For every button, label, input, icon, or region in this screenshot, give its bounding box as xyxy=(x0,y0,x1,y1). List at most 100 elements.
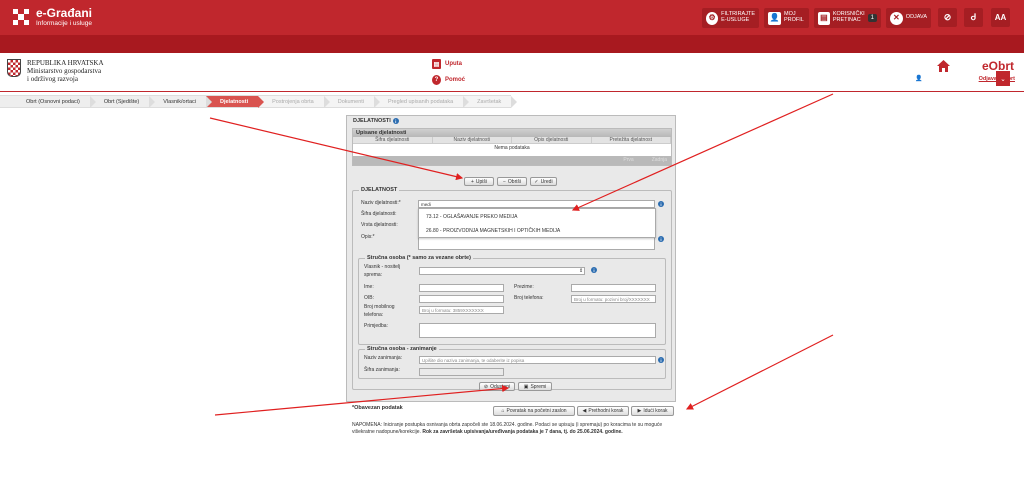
step-sjediste[interactable]: Obrt (Sjedište) xyxy=(89,95,156,108)
home-icon[interactable] xyxy=(937,60,950,72)
help-icon: ? xyxy=(432,75,441,85)
mob-label: Broj mobilnog telefona: xyxy=(364,304,395,318)
pager-prva: Prva xyxy=(623,157,634,163)
vrsta-djelatnosti-label: Vrsta djelatnosti: xyxy=(361,222,398,228)
djelatnost-fieldset: DJELATNOST Naziv djelatnosti:* medi i Ši… xyxy=(352,187,672,391)
autocomplete-option[interactable]: 73.12 - OGLAŠAVANJE PREKO MEDIJA xyxy=(426,214,518,220)
djelatnost-autocomplete-list: 73.12 - OGLAŠAVANJE PREKO MEDIJA 26.80 -… xyxy=(418,208,656,238)
info-icon[interactable]: i xyxy=(591,267,597,273)
mob-input[interactable]: Broj u formatu: 3859XXXXXXX xyxy=(419,306,504,314)
zanimanje-legend: Stručna osoba - zanimanje xyxy=(365,346,439,352)
user-bar: 👤 IVAN LOVRE MARUŠIĆ ⌄ xyxy=(0,35,1024,86)
step-djelatnosti[interactable]: Djelatnosti xyxy=(206,95,265,108)
filter-icon: ⚙ xyxy=(706,11,719,25)
divider xyxy=(0,91,1024,92)
ministry-line-2: Ministarstvo gospodarstva xyxy=(27,67,102,76)
grid-pager: Prva Zadnja xyxy=(353,156,671,165)
annotation-arrow xyxy=(685,334,834,410)
sifra-zanimanja-label: Šifra zanimanja: xyxy=(364,367,400,373)
required-note: *Obavezan podatak xyxy=(352,405,403,411)
sifra-djelatnosti-label: Šifra djelatnosti: xyxy=(361,211,397,217)
column-opis[interactable]: Opis djelatnosti xyxy=(512,137,592,143)
oib-input[interactable] xyxy=(419,295,504,303)
save-icon: ▣ xyxy=(523,383,529,390)
hide-eye-icon[interactable]: ⊘ xyxy=(938,8,957,27)
info-icon[interactable]: i xyxy=(658,201,664,207)
brand-subtitle: Informacije i usluge xyxy=(36,20,92,27)
uputa-link[interactable]: ▤ Uputa xyxy=(432,59,462,69)
napomena-note: NAPOMENA: Iniciranje postupka osnivanja … xyxy=(352,422,663,436)
strucna-osoba-fieldset: Stručna osoba (* samo za vezane obrte) V… xyxy=(358,255,666,345)
djelatnost-legend: DJELATNOST xyxy=(359,187,400,193)
strucna-osoba-legend: Stručna osoba (* samo za vezane obrte) xyxy=(365,255,473,261)
my-profile-button[interactable]: 👤 MOJ PROFIL xyxy=(764,8,809,28)
croatia-coat-of-arms-icon xyxy=(7,59,21,77)
user-icon: 👤 xyxy=(914,76,925,82)
tel-label: Broj telefona: xyxy=(514,295,544,301)
ime-label: Ime: xyxy=(364,284,374,290)
column-sifra[interactable]: Šifra djelatnosti xyxy=(353,137,433,143)
column-pretezita[interactable]: Pretežita djelatnost xyxy=(592,137,671,143)
prezime-input[interactable] xyxy=(571,284,656,292)
top-bar: e-Građani Informacije i usluge ⚙ FILTRIR… xyxy=(0,0,1024,35)
plus-icon: + xyxy=(470,178,474,185)
naziv-zanimanja-label: Naziv zanimanja: xyxy=(364,355,403,361)
chevron-down-icon[interactable]: ⇕ xyxy=(579,268,583,274)
minus-icon: − xyxy=(503,178,506,185)
ministry-line-3: i održivog razvoja xyxy=(27,75,78,84)
contrast-toggle[interactable]: Ꮷ xyxy=(964,8,983,27)
step-postrojenja: Postrojenja obrta xyxy=(258,95,330,108)
tel-input[interactable]: Broj u formatu: pozivni broj/XXXXXXX xyxy=(571,295,656,303)
column-naziv[interactable]: Naziv djelatnosti xyxy=(433,137,512,143)
step-osnovni-podaci[interactable]: Obrt (Osnovni podaci) xyxy=(0,95,96,108)
home-icon: ⌂ xyxy=(501,408,505,414)
filter-services-button[interactable]: ⚙ FILTRIRAJTE E-USLUGE xyxy=(702,8,759,28)
autocomplete-option[interactable]: 26.80 - PROIZVODNJA MAGNETSKIH I OPTIČKI… xyxy=(426,228,560,234)
section-title: DJELATNOSTI i xyxy=(353,118,399,124)
sifra-zanimanja-input xyxy=(419,368,504,376)
primjedba-textarea[interactable] xyxy=(419,323,656,338)
info-icon[interactable]: i xyxy=(658,357,664,363)
upisi-button[interactable]: + Upiši xyxy=(464,177,494,186)
opis-label: Opis:* xyxy=(361,234,375,240)
oib-label: OIB: xyxy=(364,295,375,301)
info-icon[interactable]: i xyxy=(658,236,664,242)
naziv-djelatnosti-input[interactable]: medi xyxy=(418,200,655,208)
odjava-eobrt-link[interactable]: Odjava e-Obrt xyxy=(979,76,1015,82)
pomoc-link[interactable]: ? Pomoć xyxy=(432,75,465,85)
brand-title[interactable]: e-Građani xyxy=(36,6,92,20)
povratak-button[interactable]: ⌂ Povratak na početni zaslon xyxy=(493,406,575,416)
odustani-button[interactable]: ⊘ Odustani xyxy=(479,382,515,391)
step-zavrsetak: Završetak xyxy=(463,95,518,108)
wizard-steps: Obrt (Osnovni podaci) Obrt (Sjedište) Vl… xyxy=(0,95,518,108)
egradani-logo-icon[interactable] xyxy=(13,9,29,25)
obrisi-button[interactable]: − Obriši xyxy=(497,177,527,186)
naziv-zanimanja-input[interactable]: Upišite dio naziva zanimanja, te odaberi… xyxy=(419,356,656,364)
vlasnik-select[interactable] xyxy=(419,267,585,275)
primjedba-label: Primjedba: xyxy=(364,323,388,329)
zanimanje-fieldset: Stručna osoba - zanimanje Naziv zanimanj… xyxy=(358,346,666,379)
arrow-left-icon: ◀ xyxy=(582,408,587,414)
font-size-toggle[interactable]: AA xyxy=(991,8,1010,27)
edit-icon: ✓ xyxy=(534,178,539,185)
upisane-djelatnosti-grid: Upisane djelatnosti Šifra djelatnosti Na… xyxy=(352,128,672,166)
grid-header: Šifra djelatnosti Naziv djelatnosti Opis… xyxy=(353,137,671,144)
ime-input[interactable] xyxy=(419,284,504,292)
pdf-icon: ▤ xyxy=(432,59,441,69)
step-vlasnik[interactable]: Vlasnik/ortaci xyxy=(149,95,212,108)
spremi-button[interactable]: ▣ Spremi xyxy=(518,382,552,391)
uredi-button[interactable]: ✓ Uredi xyxy=(530,177,557,186)
ministry-header: REPUBLIKA HRVATSKA Ministarstvo gospodar… xyxy=(7,59,104,83)
eobrt-title: eObrt xyxy=(981,59,1014,73)
vlasnik-label: Vlasnik - nositelj sprema: xyxy=(364,264,401,278)
inbox-button[interactable]: ▤ KORISNIČKI PRETINAC 1 xyxy=(814,8,881,28)
naziv-djelatnosti-label: Naziv djelatnosti:* xyxy=(361,200,401,206)
logout-button[interactable]: ✕ ODJAVA xyxy=(886,8,931,28)
iduci-korak-button[interactable]: ▶ Idući korak xyxy=(631,406,674,416)
grid-title: Upisane djelatnosti xyxy=(353,129,671,137)
prethodni-korak-button[interactable]: ◀ Prethodni korak xyxy=(577,406,629,416)
info-icon[interactable]: i xyxy=(392,118,399,124)
grid-empty-message: Nema podataka xyxy=(494,145,530,151)
pager-zadnja: Zadnja xyxy=(651,157,667,163)
inbox-count-badge: 1 xyxy=(867,13,877,23)
